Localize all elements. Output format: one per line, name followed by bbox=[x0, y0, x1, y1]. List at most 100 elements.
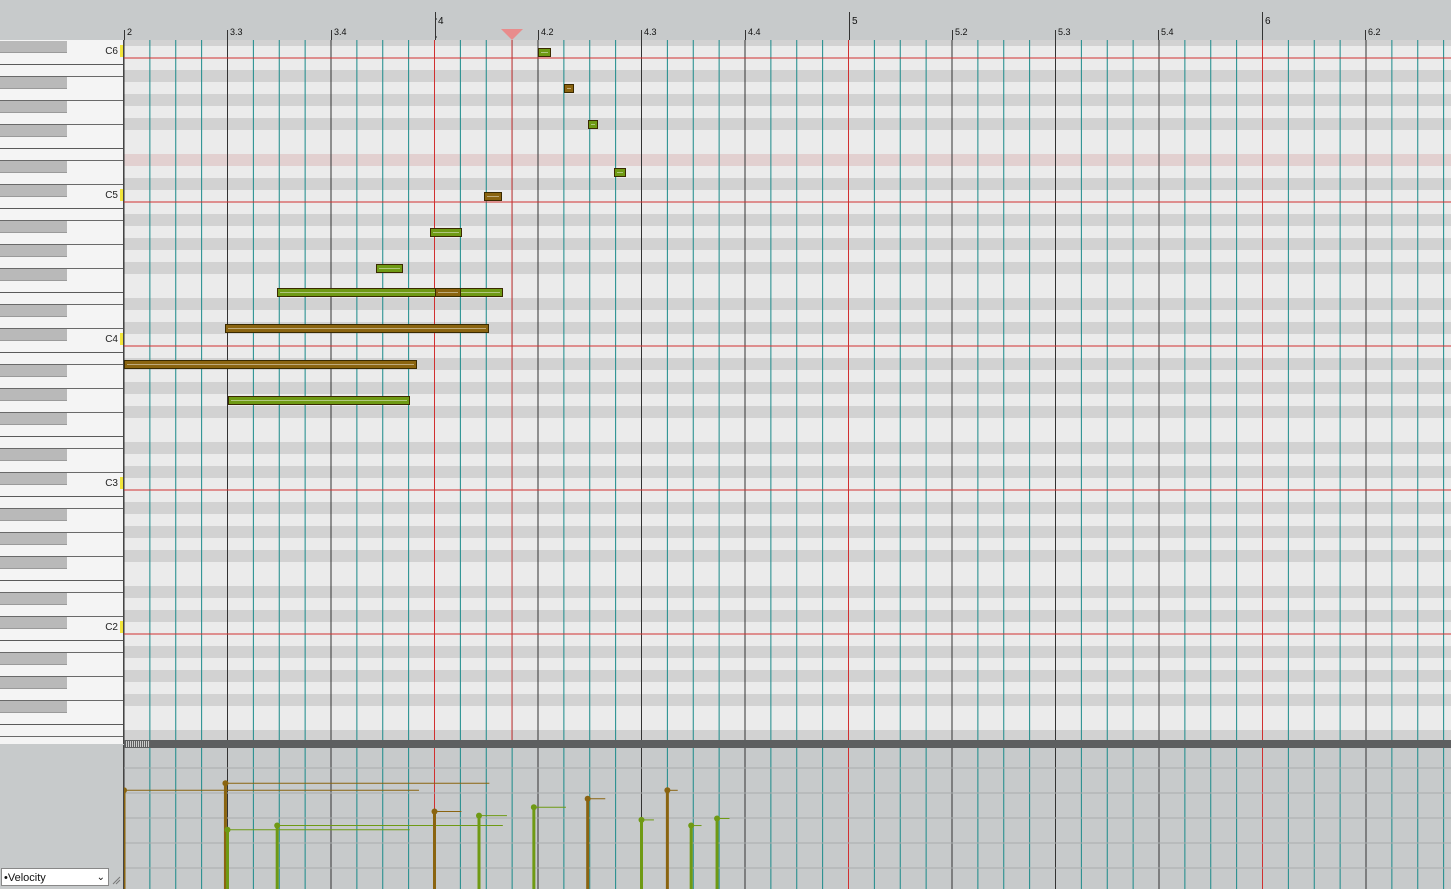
divider-grip[interactable] bbox=[126, 741, 150, 747]
black-key[interactable] bbox=[0, 221, 67, 233]
black-key[interactable] bbox=[0, 557, 67, 569]
pitch-row bbox=[124, 658, 1451, 670]
velocity-stem[interactable] bbox=[638, 816, 654, 889]
pitch-row bbox=[124, 466, 1451, 478]
velocity-stem[interactable] bbox=[530, 804, 566, 889]
black-key[interactable] bbox=[0, 617, 67, 629]
velocity-stem[interactable] bbox=[431, 808, 462, 889]
midi-note[interactable] bbox=[538, 48, 551, 57]
black-key[interactable] bbox=[0, 101, 67, 113]
black-key[interactable] bbox=[0, 473, 67, 485]
pitch-row bbox=[124, 694, 1451, 706]
octave-label: C2 bbox=[105, 622, 118, 633]
black-key[interactable] bbox=[0, 413, 67, 425]
white-key-border bbox=[0, 148, 123, 149]
ruler-tick bbox=[1365, 30, 1366, 40]
black-key[interactable] bbox=[0, 41, 67, 53]
white-key-border bbox=[0, 496, 123, 497]
midi-note[interactable] bbox=[375, 264, 404, 273]
black-key[interactable] bbox=[0, 677, 67, 689]
ruler-label: 5.3 bbox=[1058, 27, 1071, 37]
octave-label: C4 bbox=[105, 334, 118, 345]
black-key[interactable] bbox=[0, 509, 67, 521]
black-key[interactable] bbox=[0, 77, 67, 89]
black-key[interactable] bbox=[0, 245, 67, 257]
lane-type-select[interactable]: •Velocity ⌄ bbox=[1, 868, 109, 886]
black-key[interactable] bbox=[0, 269, 67, 281]
pitch-row bbox=[124, 514, 1451, 526]
timeline-ruler[interactable]: 2 3.3 3.4 4 4.2 4.3 4.4 5 5.2 5.3 5.4 6 6.2 bbox=[0, 0, 1451, 40]
piano-keyboard[interactable]: C6 C5 C4 C3 C2 bbox=[0, 40, 124, 744]
ruler-label: 5.2 bbox=[955, 27, 968, 37]
black-key[interactable] bbox=[0, 329, 67, 341]
midi-note[interactable] bbox=[227, 396, 410, 405]
midi-note[interactable] bbox=[430, 228, 463, 237]
white-key-border bbox=[0, 736, 123, 737]
velocity-stem[interactable] bbox=[124, 787, 419, 889]
midi-note[interactable] bbox=[277, 288, 503, 297]
white-key-border bbox=[0, 292, 123, 293]
piano-roll-grid[interactable] bbox=[124, 40, 1451, 740]
ruler-tick bbox=[227, 30, 228, 40]
velocity-lane[interactable] bbox=[124, 748, 1451, 889]
velocity-stem[interactable] bbox=[688, 822, 702, 889]
lane-type-label: •Velocity bbox=[4, 872, 46, 884]
black-key[interactable] bbox=[0, 161, 67, 173]
ruler-tick bbox=[745, 30, 746, 40]
pitch-row bbox=[124, 586, 1451, 598]
pitch-row bbox=[124, 262, 1451, 274]
velocity-stem[interactable] bbox=[222, 780, 490, 889]
pitch-row bbox=[124, 346, 1451, 358]
c-key-marker bbox=[120, 333, 123, 345]
black-key[interactable] bbox=[0, 701, 67, 713]
octave-label: C6 bbox=[105, 46, 118, 57]
midi-note[interactable] bbox=[434, 288, 462, 297]
pitch-row bbox=[124, 40, 1451, 46]
velocity-stem[interactable] bbox=[714, 815, 730, 889]
playhead-marker[interactable] bbox=[501, 29, 523, 40]
black-key[interactable] bbox=[0, 125, 67, 137]
ruler-tick bbox=[849, 12, 850, 40]
lane-divider[interactable] bbox=[124, 740, 1451, 748]
velocity-stem[interactable] bbox=[664, 787, 678, 889]
pitch-row bbox=[124, 382, 1451, 394]
pitch-row bbox=[124, 490, 1451, 502]
pitch-row bbox=[124, 202, 1451, 214]
midi-note[interactable] bbox=[225, 324, 490, 333]
velocity-stem[interactable] bbox=[274, 822, 503, 889]
midi-note[interactable] bbox=[587, 120, 599, 129]
ruler-label: 5 bbox=[852, 16, 858, 27]
pitch-row bbox=[124, 46, 1451, 58]
c-key-marker bbox=[120, 189, 123, 201]
black-key[interactable] bbox=[0, 449, 67, 461]
black-key[interactable] bbox=[0, 389, 67, 401]
midi-note[interactable] bbox=[484, 192, 502, 201]
ruler-tick bbox=[1055, 30, 1056, 40]
black-key[interactable] bbox=[0, 653, 67, 665]
ruler-tick bbox=[641, 30, 642, 40]
velocity-stem[interactable] bbox=[224, 826, 410, 889]
pitch-row bbox=[124, 634, 1451, 646]
pitch-row bbox=[124, 334, 1451, 346]
resize-grip-icon[interactable] bbox=[112, 876, 121, 885]
pitch-row bbox=[124, 238, 1451, 250]
midi-note[interactable] bbox=[124, 360, 417, 369]
black-key[interactable] bbox=[0, 305, 67, 317]
pitch-row bbox=[124, 154, 1451, 166]
velocity-canvas bbox=[124, 748, 1451, 889]
c-key-marker bbox=[120, 477, 123, 489]
octave-label: C5 bbox=[105, 190, 118, 201]
velocity-stem[interactable] bbox=[476, 812, 507, 889]
velocity-stem[interactable] bbox=[584, 795, 606, 889]
black-key[interactable] bbox=[0, 185, 67, 197]
pitch-row bbox=[124, 370, 1451, 382]
pitch-row bbox=[124, 730, 1451, 740]
pitch-row bbox=[124, 562, 1451, 574]
black-key[interactable] bbox=[0, 593, 67, 605]
midi-note[interactable] bbox=[563, 84, 575, 93]
black-key[interactable] bbox=[0, 533, 67, 545]
grid-canvas bbox=[124, 40, 1451, 740]
ruler-label: 6.2 bbox=[1368, 27, 1381, 37]
black-key[interactable] bbox=[0, 365, 67, 377]
midi-note[interactable] bbox=[613, 168, 626, 177]
